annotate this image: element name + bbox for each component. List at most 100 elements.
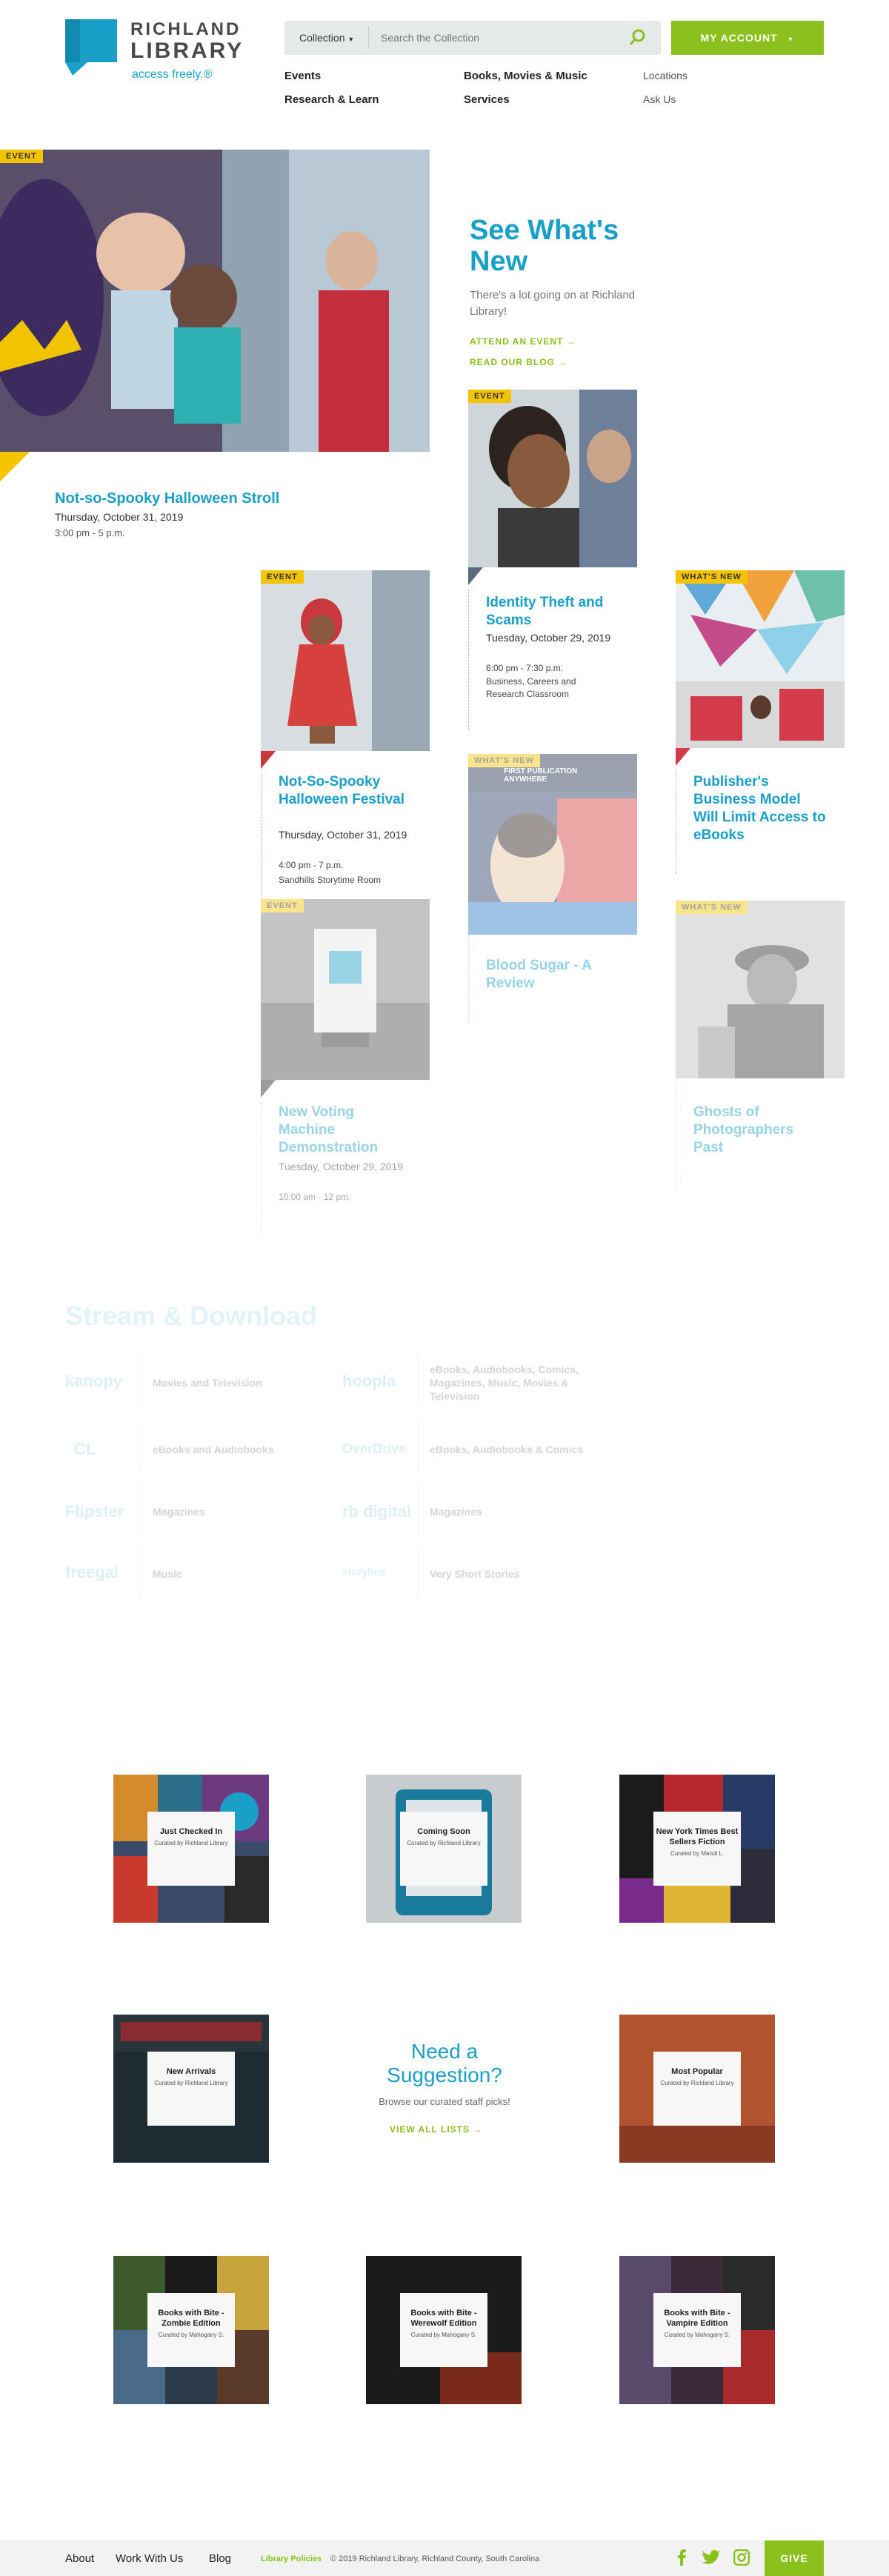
list-title: Books with Bite - Vampire Edition bbox=[664, 2309, 730, 2328]
nav-research-learn[interactable]: Research & Learn bbox=[284, 93, 379, 106]
list-tile-coming-soon[interactable]: Coming Soon Curated by Richland Library bbox=[366, 1775, 522, 1923]
identity-card-image[interactable] bbox=[468, 390, 637, 567]
identity-title[interactable]: Identity Theft and Scams bbox=[486, 594, 627, 630]
festival-divider bbox=[261, 773, 262, 899]
hero-event-image[interactable] bbox=[0, 150, 430, 452]
halloween-photo bbox=[0, 150, 430, 452]
list-curator: Curated by Mahogany S. bbox=[664, 2332, 730, 2338]
logo-tagline: access freely.® bbox=[132, 68, 213, 81]
list-tile-most-popular[interactable]: Most Popular Curated by Richland Library bbox=[619, 2015, 775, 2163]
voting-divider bbox=[261, 1102, 262, 1235]
list-title: Coming Soon bbox=[417, 1827, 470, 1836]
identity-badge: EVENT bbox=[468, 390, 511, 403]
list-tile-vampire-edition[interactable]: Books with Bite - Vampire Edition Curate… bbox=[619, 2256, 775, 2404]
nav-books-movies-music[interactable]: Books, Movies & Music bbox=[464, 70, 587, 82]
ghosts-card-image[interactable] bbox=[676, 901, 845, 1078]
rbdigital-logo[interactable]: rb digital bbox=[342, 1502, 411, 1521]
hero-title[interactable]: Not-so-Spooky Halloween Stroll bbox=[55, 490, 279, 507]
identity-date: Tuesday, October 29, 2019 bbox=[486, 632, 611, 644]
my-account-button[interactable]: MY ACCOUNT ▼ bbox=[671, 21, 824, 55]
identity-time: 6:00 pm - 7:30 p.m. bbox=[486, 663, 564, 673]
voting-card-image[interactable] bbox=[261, 899, 430, 1080]
give-button[interactable]: GIVE bbox=[765, 2540, 824, 2576]
voting-date: Tuesday, October 29, 2019 bbox=[279, 1161, 404, 1172]
list-curator: Curated by Richland Library bbox=[407, 1840, 481, 1846]
attend-event-link[interactable]: ATTEND AN EVENT → bbox=[470, 336, 576, 347]
list-title: Most Popular bbox=[671, 2067, 723, 2076]
blood-cover-text: FIRST PUBLICATION ANYWHERE bbox=[504, 767, 578, 784]
suggestion-desc: Browse our curated staff picks! bbox=[379, 2096, 510, 2107]
search-input[interactable] bbox=[375, 25, 619, 50]
list-curator: Curated by Mandi L. bbox=[670, 1850, 725, 1857]
hero-time: 3:00 pm - 5 p.m. bbox=[55, 527, 125, 538]
search-icon[interactable] bbox=[627, 27, 649, 49]
list-tile-just-checked-in[interactable]: Just Checked In Curated by Richland Libr… bbox=[113, 1775, 269, 1923]
freegal-logo[interactable]: freegal bbox=[65, 1563, 119, 1582]
list-card: New Arrivals Curated by Richland Library bbox=[147, 2052, 235, 2126]
publisher-photo bbox=[676, 570, 845, 748]
footer-copyright: © 2019 Richland Library, Richland County… bbox=[330, 2555, 540, 2563]
kanopy-logo[interactable]: kanopy bbox=[65, 1372, 122, 1391]
nav-ask-us[interactable]: Ask Us bbox=[643, 93, 676, 105]
nav-locations[interactable]: Locations bbox=[643, 70, 687, 81]
voting-photo bbox=[261, 899, 430, 1080]
divider bbox=[418, 1548, 419, 1597]
list-title: Books with Bite - Zombie Edition bbox=[158, 2309, 224, 2328]
festival-time: 4:00 pm - 7 p.m. bbox=[279, 860, 344, 870]
storyline-desc: Very Short Stories bbox=[430, 1568, 520, 1580]
blood-divider bbox=[468, 935, 469, 1024]
list-curator: Curated by Mahogany S. bbox=[410, 2332, 477, 2338]
view-all-lists-link[interactable]: VIEW ALL LISTS → bbox=[390, 2124, 482, 2135]
festival-place: Sandhills Storytime Room bbox=[279, 875, 382, 885]
list-card: Most Popular Curated by Richland Library bbox=[653, 2052, 741, 2126]
overdrive-desc: eBooks, Audiobooks & Comics bbox=[430, 1444, 584, 1455]
list-title: New York Times Best Sellers Fiction bbox=[656, 1827, 739, 1846]
ghosts-badge: WHAT'S NEW bbox=[676, 901, 748, 914]
hero-badge: EVENT bbox=[0, 150, 43, 163]
my-account-label: MY ACCOUNT bbox=[700, 32, 778, 44]
list-tile-nyt-best-sellers[interactable]: New York Times Best Sellers Fiction Cura… bbox=[619, 1775, 775, 1923]
list-tile-werewolf-edition[interactable]: Books with Bite - Werewolf Edition Curat… bbox=[366, 2256, 522, 2404]
divider bbox=[418, 1486, 419, 1535]
hoopla-desc: eBooks, Audiobooks, Comics, Magazines, M… bbox=[430, 1364, 579, 1402]
list-card: Books with Bite - Werewolf Edition Curat… bbox=[400, 2293, 487, 2367]
flipster-logo[interactable]: Flipster bbox=[65, 1502, 124, 1521]
voting-badge: EVENT bbox=[261, 899, 304, 912]
ghosts-title[interactable]: Ghosts of Photographers Past bbox=[693, 1104, 812, 1157]
search-scope-select[interactable]: Collection ▼ bbox=[290, 27, 369, 49]
list-title: New Arrivals bbox=[166, 2067, 216, 2076]
whats-new-desc: There's a lot going on at Richland Libra… bbox=[470, 289, 636, 318]
publisher-title[interactable]: Publisher's Business Model Will Limit Ac… bbox=[693, 773, 827, 844]
list-card: Just Checked In Curated by Richland Libr… bbox=[147, 1812, 235, 1886]
overdrive-logo[interactable]: OverDrive bbox=[342, 1441, 406, 1457]
list-tile-new-arrivals[interactable]: New Arrivals Curated by Richland Library bbox=[113, 2015, 269, 2163]
cloud-library-logo[interactable]: CL bbox=[74, 1440, 96, 1459]
publisher-card-image[interactable] bbox=[676, 570, 845, 748]
footer-policies-link[interactable]: Library Policies bbox=[261, 2555, 322, 2563]
footer-blog-link[interactable]: Blog bbox=[209, 2552, 231, 2565]
storyline-logo[interactable]: storyline bbox=[342, 1566, 385, 1578]
richland-logo-icon[interactable] bbox=[65, 19, 117, 76]
nav-events[interactable]: Events bbox=[284, 70, 321, 82]
twitter-icon[interactable] bbox=[702, 2550, 720, 2565]
blood-badge: WHAT'S NEW bbox=[468, 754, 540, 767]
list-tile-zombie-edition[interactable]: Books with Bite - Zombie Edition Curated… bbox=[113, 2256, 269, 2404]
nav-services[interactable]: Services bbox=[464, 93, 510, 106]
logo-line2: LIBRARY bbox=[130, 39, 244, 63]
list-curator: Curated by Richland Library bbox=[154, 1840, 228, 1846]
chevron-down-icon: ▼ bbox=[347, 36, 355, 43]
blood-title[interactable]: Blood Sugar - A Review bbox=[486, 957, 619, 992]
festival-card-image[interactable] bbox=[261, 570, 430, 751]
facebook-icon[interactable] bbox=[674, 2549, 689, 2566]
festival-title[interactable]: Not-So-Spooky Halloween Festival bbox=[279, 773, 412, 809]
footer-about-link[interactable]: About bbox=[65, 2552, 94, 2565]
festival-badge: EVENT bbox=[261, 570, 304, 584]
voting-time: 10:00 am - 12 pm. bbox=[279, 1192, 351, 1202]
voting-corner-accent bbox=[261, 1080, 276, 1098]
read-blog-link[interactable]: READ OUR BLOG → bbox=[470, 357, 567, 367]
footer-work-with-us-link[interactable]: Work With Us bbox=[116, 2552, 183, 2565]
instagram-icon[interactable] bbox=[733, 2549, 750, 2566]
voting-title[interactable]: New Voting Machine Demonstration bbox=[279, 1104, 397, 1157]
hoopla-logo[interactable]: hoopla bbox=[342, 1372, 396, 1391]
whats-new-title: See What's New bbox=[470, 215, 619, 277]
